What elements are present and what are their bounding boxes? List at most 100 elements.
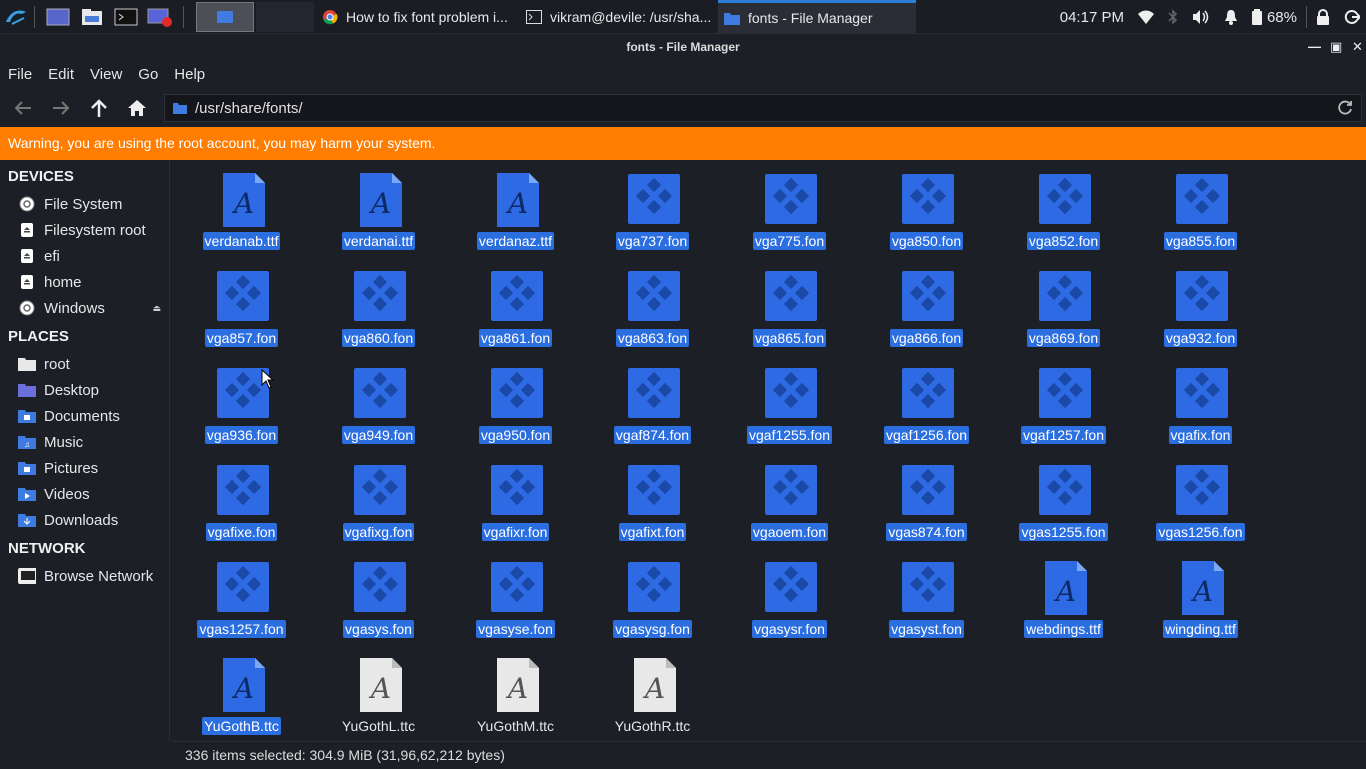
- file-manager-launcher-icon[interactable]: [79, 6, 105, 28]
- menu-edit[interactable]: Edit: [40, 66, 82, 83]
- file-name: vgafixg.fon: [342, 523, 415, 541]
- up-button[interactable]: [80, 90, 118, 126]
- file-item[interactable]: vgasysg.fon: [584, 551, 721, 648]
- file-item[interactable]: vga860.fon: [310, 260, 447, 357]
- file-item[interactable]: vga850.fon: [858, 163, 995, 260]
- file-item[interactable]: vga949.fon: [310, 357, 447, 454]
- file-item[interactable]: vgasysr.fon: [721, 551, 858, 648]
- sidebar-item-windows[interactable]: Windows ⏏: [0, 295, 169, 321]
- show-desktop-icon[interactable]: [45, 6, 71, 28]
- sidebar-item-efi[interactable]: efi: [0, 243, 169, 269]
- file-item[interactable]: vga936.fon: [173, 357, 310, 454]
- sidebar-item-root[interactable]: root: [0, 351, 169, 377]
- file-item[interactable]: vgaoem.fon: [721, 454, 858, 551]
- sidebar-item-downloads[interactable]: Downloads: [0, 507, 169, 533]
- terminal-launcher-icon[interactable]: [113, 6, 139, 28]
- file-item[interactable]: vgas874.fon: [858, 454, 995, 551]
- file-grid[interactable]: Averdanab.ttf Averdanai.ttf Averdanaz.ttf v…: [172, 161, 1366, 741]
- file-item[interactable]: A YuGothL.ttc: [310, 648, 447, 741]
- file-item[interactable]: vgasyse.fon: [447, 551, 584, 648]
- file-item[interactable]: A YuGothM.ttc: [447, 648, 584, 741]
- file-item[interactable]: Awebdings.ttf: [995, 551, 1132, 648]
- reload-icon[interactable]: [1337, 100, 1353, 120]
- sidebar-item-home[interactable]: home: [0, 269, 169, 295]
- logout-icon[interactable]: [1344, 9, 1360, 25]
- file-item[interactable]: vgas1256.fon: [1132, 454, 1269, 551]
- file-item[interactable]: vgas1255.fon: [995, 454, 1132, 551]
- workspace-2[interactable]: [256, 1, 314, 32]
- sidebar-item-music[interactable]: ♫ Music: [0, 429, 169, 455]
- file-item[interactable]: vga861.fon: [447, 260, 584, 357]
- file-item[interactable]: Averdanai.ttf: [310, 163, 447, 260]
- file-item[interactable]: vga855.fon: [1132, 163, 1269, 260]
- file-item[interactable]: Awingding.ttf: [1132, 551, 1269, 648]
- menu-go[interactable]: Go: [130, 66, 166, 83]
- file-item[interactable]: Averdanab.ttf: [173, 163, 310, 260]
- file-name: vgas1256.fon: [1156, 523, 1245, 541]
- file-item[interactable]: vgasys.fon: [310, 551, 447, 648]
- menu-view[interactable]: View: [82, 66, 130, 83]
- file-item[interactable]: vga866.fon: [858, 260, 995, 357]
- kali-menu-icon[interactable]: [4, 5, 28, 29]
- file-item[interactable]: A YuGothR.ttc: [584, 648, 721, 741]
- sidebar-item-desktop[interactable]: Desktop: [0, 377, 169, 403]
- file-name-container: vgafixt.fon: [584, 523, 721, 541]
- file-item[interactable]: vgas1257.fon: [173, 551, 310, 648]
- font-file-icon: A: [215, 656, 271, 712]
- wifi-icon[interactable]: [1137, 10, 1154, 24]
- file-item[interactable]: vgafixg.fon: [310, 454, 447, 551]
- file-item[interactable]: vgaf1257.fon: [995, 357, 1132, 454]
- bluetooth-icon[interactable]: [1168, 9, 1178, 25]
- sidebar-item-documents[interactable]: Documents: [0, 403, 169, 429]
- file-item[interactable]: vga869.fon: [995, 260, 1132, 357]
- file-item[interactable]: vga852.fon: [995, 163, 1132, 260]
- eject-icon[interactable]: ⏏: [152, 303, 161, 314]
- file-item[interactable]: vga857.fon: [173, 260, 310, 357]
- menu-file[interactable]: File: [0, 66, 40, 83]
- file-item[interactable]: vgasyst.fon: [858, 551, 995, 648]
- file-name: vgasysr.fon: [752, 620, 827, 638]
- sidebar-item-file-system[interactable]: File System: [0, 191, 169, 217]
- notifications-icon[interactable]: [1224, 9, 1238, 25]
- file-item[interactable]: vga863.fon: [584, 260, 721, 357]
- file-item[interactable]: vga950.fon: [447, 357, 584, 454]
- sidebar-item-browse-network[interactable]: Browse Network: [0, 563, 169, 589]
- file-item[interactable]: vgaf874.fon: [584, 357, 721, 454]
- forward-button[interactable]: [42, 90, 80, 126]
- file-item[interactable]: Averdanaz.ttf: [447, 163, 584, 260]
- file-item[interactable]: vgaf1256.fon: [858, 357, 995, 454]
- workspace-1[interactable]: [196, 1, 254, 32]
- sidebar-item-videos[interactable]: Videos: [0, 481, 169, 507]
- taskbar-item-terminal[interactable]: vikram@devile: /usr/sha...: [520, 0, 718, 34]
- taskbar-item-chrome[interactable]: How to fix font problem i...: [316, 0, 520, 34]
- minimize-button[interactable]: —: [1308, 35, 1321, 59]
- file-item[interactable]: vgafixt.fon: [584, 454, 721, 551]
- file-item[interactable]: vgafixe.fon: [173, 454, 310, 551]
- back-button[interactable]: [4, 90, 42, 126]
- screen-recorder-launcher-icon[interactable]: [147, 6, 173, 28]
- maximize-button[interactable]: ▣: [1330, 35, 1342, 59]
- volume-icon[interactable]: [1192, 9, 1210, 25]
- battery-indicator[interactable]: 68%: [1251, 9, 1297, 26]
- address-bar[interactable]: /usr/share/fonts/: [164, 94, 1362, 122]
- sidebar-item-filesystem-root[interactable]: Filesystem root: [0, 217, 169, 243]
- file-item[interactable]: vgafix.fon: [1132, 357, 1269, 454]
- file-item[interactable]: vga932.fon: [1132, 260, 1269, 357]
- window-titlebar[interactable]: fonts - File Manager — ▣ ✕: [0, 35, 1366, 59]
- taskbar-item-file-manager[interactable]: fonts - File Manager: [718, 0, 916, 34]
- file-name: vgas1257.fon: [197, 620, 286, 638]
- clock[interactable]: 04:17 PM: [1060, 9, 1124, 26]
- file-item[interactable]: A YuGothB.ttc: [173, 648, 310, 741]
- menu-help[interactable]: Help: [166, 66, 213, 83]
- sidebar-item-pictures[interactable]: Pictures: [0, 455, 169, 481]
- home-button[interactable]: [118, 90, 156, 126]
- font-fon-file-icon: [900, 365, 956, 421]
- file-item[interactable]: vga865.fon: [721, 260, 858, 357]
- file-item[interactable]: vgaf1255.fon: [721, 357, 858, 454]
- file-item[interactable]: vgafixr.fon: [447, 454, 584, 551]
- close-button[interactable]: ✕: [1352, 35, 1363, 59]
- file-name-container: vgaf1255.fon: [721, 426, 858, 444]
- file-item[interactable]: vga737.fon: [584, 163, 721, 260]
- file-item[interactable]: vga775.fon: [721, 163, 858, 260]
- lock-icon[interactable]: [1316, 9, 1330, 25]
